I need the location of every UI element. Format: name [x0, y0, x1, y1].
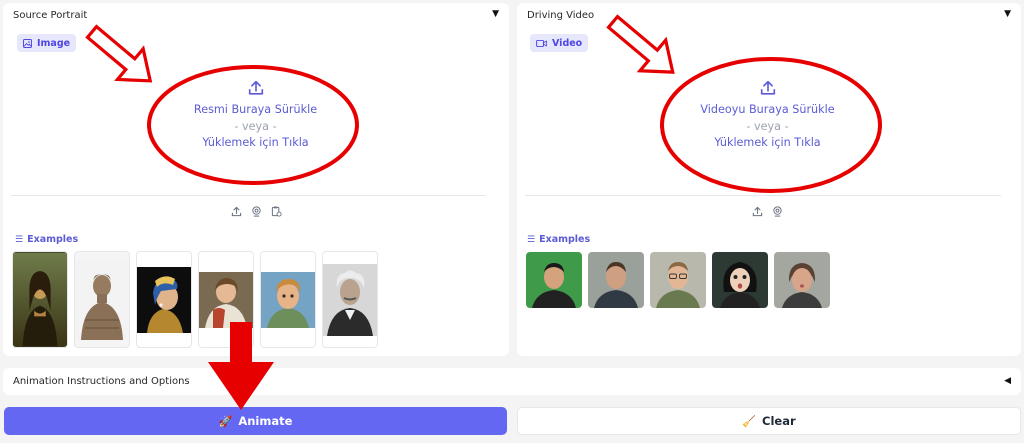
clear-button[interactable]: 🧹 Clear: [517, 407, 1021, 435]
rocket-icon: 🚀: [218, 414, 233, 428]
child-portrait-image: [199, 271, 253, 328]
man-green-screen-image: [526, 252, 582, 308]
animation-options-accordion[interactable]: Animation Instructions and Options ◀: [3, 368, 1021, 395]
list-icon: ☰: [15, 234, 24, 245]
video-examples: [526, 252, 830, 308]
example-thumbnail[interactable]: [712, 252, 768, 308]
source-portrait-panel: Source Portrait ▼ Image Resmi Buraya Sür…: [3, 3, 509, 356]
video-chip: Video: [530, 34, 589, 52]
drop-instruction: Resmi Buraya Sürükle: [193, 103, 318, 116]
drop-instruction: Videoyu Buraya Sürükle: [700, 103, 835, 116]
click-to-upload-text: Yüklemek için Tıkla: [714, 136, 821, 149]
broom-icon: 🧹: [742, 414, 757, 428]
source-portrait-title: Source Portrait: [13, 10, 88, 21]
example-thumbnail[interactable]: [74, 251, 130, 348]
example-thumbnail[interactable]: [322, 251, 378, 348]
example-thumbnail[interactable]: [136, 251, 192, 348]
woman-surprised-image: [712, 252, 768, 308]
animate-button[interactable]: 🚀 Animate: [4, 407, 507, 435]
animation-options-label: Animation Instructions and Options: [13, 376, 190, 387]
source-examples: [12, 251, 378, 348]
video-icon: [536, 39, 547, 47]
click-to-upload-text: Yüklemek için Tıkla: [202, 136, 309, 149]
examples-label: Examples: [539, 234, 591, 245]
upload-icon: [248, 80, 263, 95]
example-thumbnail[interactable]: [650, 252, 706, 308]
animated-boy-image: [261, 271, 315, 328]
example-thumbnail[interactable]: [526, 252, 582, 308]
video-drop-zone[interactable]: Videoyu Buraya Sürükle - veya - Yüklemek…: [655, 79, 880, 152]
webcam-icon[interactable]: [772, 202, 783, 221]
collapse-caret-icon[interactable]: ▼: [492, 9, 499, 19]
source-selector: [752, 202, 783, 221]
source-selector: [231, 202, 282, 221]
man-grey-background-image: [588, 252, 644, 308]
upload-icon[interactable]: [752, 202, 763, 221]
drop-or-separator: - veya -: [234, 119, 277, 133]
example-thumbnail[interactable]: [774, 252, 830, 308]
terracotta-warrior-image: [75, 259, 129, 340]
image-drop-zone[interactable]: Resmi Buraya Sürükle - veya - Yüklemek i…: [143, 79, 368, 152]
collapse-caret-icon[interactable]: ▼: [1004, 9, 1011, 19]
drop-or-separator: - veya -: [746, 119, 789, 133]
examples-header: ☰ Examples: [527, 234, 590, 245]
man-glasses-image: [650, 252, 706, 308]
image-icon: [23, 38, 32, 48]
example-thumbnail[interactable]: [588, 252, 644, 308]
einstein-photo-image: [323, 263, 377, 336]
example-thumbnail[interactable]: [198, 251, 254, 348]
video-chip-label: Video: [552, 37, 583, 49]
image-chip-label: Image: [37, 37, 71, 49]
examples-header: ☰ Examples: [15, 234, 78, 245]
example-thumbnail[interactable]: [12, 251, 68, 348]
upload-icon: [760, 80, 775, 95]
expand-caret-icon[interactable]: ◀: [1004, 376, 1011, 386]
clipboard-icon[interactable]: [271, 202, 282, 221]
examples-label: Examples: [27, 234, 79, 245]
woman-pursed-lips-image: [774, 252, 830, 308]
girl-with-pearl-earring-image: [137, 266, 191, 333]
upload-icon[interactable]: [231, 202, 242, 221]
animate-button-label: Animate: [238, 414, 293, 428]
driving-video-title: Driving Video: [527, 10, 595, 21]
image-chip: Image: [17, 34, 77, 52]
mona-lisa-image: [13, 252, 67, 347]
driving-video-panel: Driving Video ▼ Video Videoyu Buraya Sür…: [517, 3, 1021, 356]
clear-button-label: Clear: [762, 414, 796, 428]
list-icon: ☰: [527, 234, 536, 245]
divider: [525, 195, 1001, 196]
example-thumbnail[interactable]: [260, 251, 316, 348]
webcam-icon[interactable]: [251, 202, 262, 221]
divider: [11, 195, 486, 196]
